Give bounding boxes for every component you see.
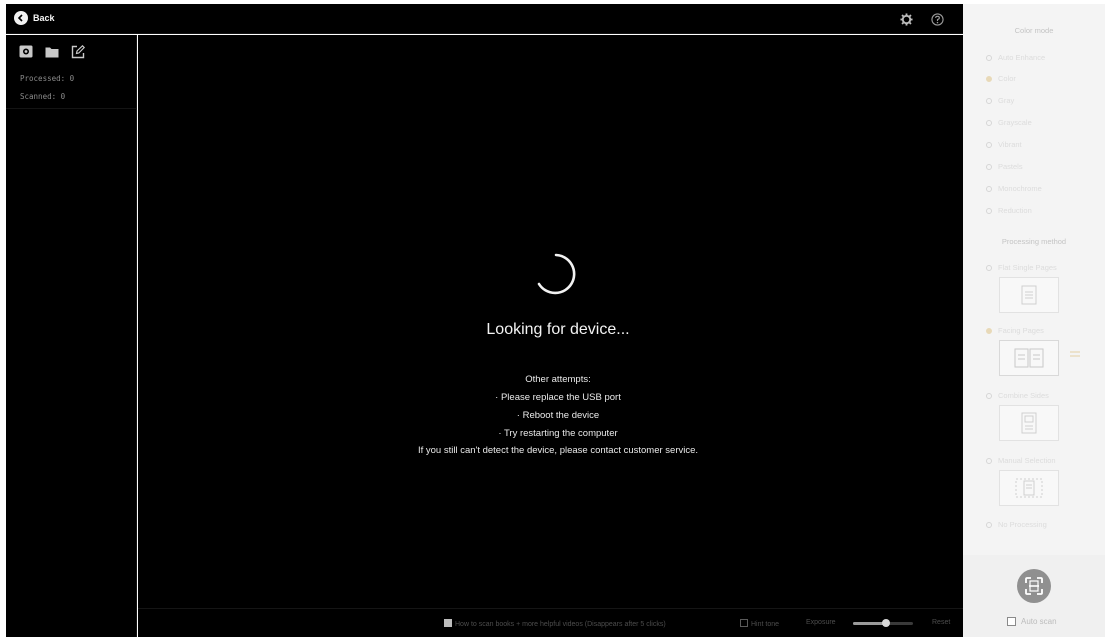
attempt-item: · Reboot the device — [516, 410, 600, 421]
main-viewport: Looking for device... Other attempts: · … — [138, 35, 963, 608]
color-mode-option[interactable]: Vibrant — [986, 140, 1022, 149]
processed-count: Processed: 0 — [20, 74, 75, 83]
facing-pages-settings-icon[interactable] — [1069, 346, 1081, 364]
color-mode-option[interactable]: Monochrome — [986, 184, 1042, 193]
color-mode-title: Color mode — [1014, 26, 1054, 35]
color-mode-option[interactable]: Pastels — [986, 162, 1023, 171]
bottom-bar: How to scan books + more helpful videos … — [138, 608, 963, 637]
option-label: Auto Enhance — [998, 53, 1046, 62]
gear-icon[interactable] — [898, 11, 914, 27]
loading-spinner-icon — [537, 253, 576, 295]
scan-icon — [1025, 577, 1043, 595]
back-label: Back — [33, 13, 55, 23]
radio-selected-icon — [986, 75, 992, 82]
color-mode-option[interactable]: Reduction — [986, 206, 1032, 215]
camera-icon[interactable] — [18, 44, 33, 59]
option-label: Color — [998, 74, 1016, 83]
option-label: Combine Sides — [998, 391, 1049, 400]
help-icon[interactable] — [929, 11, 945, 27]
back-button[interactable]: Back — [14, 11, 55, 25]
exposure-slider[interactable] — [853, 619, 913, 627]
radio-icon — [986, 207, 992, 214]
exposure-slider-knob[interactable] — [882, 619, 890, 627]
radio-icon — [986, 264, 992, 271]
color-mode-option[interactable]: Grayscale — [986, 118, 1032, 127]
option-label: No Processing — [998, 520, 1047, 529]
scanner-app: Back Processed: 0 Scanned: 0 Looking for… — [6, 4, 1105, 637]
tutorial-icon — [444, 619, 452, 627]
back-arrow-icon — [14, 11, 28, 25]
folder-icon[interactable] — [44, 44, 59, 59]
attempt-item: · Try restarting the computer — [498, 428, 618, 439]
auto-scan-toggle[interactable]: Auto scan — [1007, 617, 1057, 626]
option-label: Pastels — [998, 162, 1023, 171]
divider — [6, 108, 137, 109]
hint-tone-label: Hint tone — [751, 621, 780, 628]
processing-method-option[interactable]: Manual Selection — [986, 456, 1056, 465]
radio-icon — [986, 185, 992, 192]
color-mode-option[interactable]: Color — [986, 74, 1016, 83]
processing-method-option[interactable]: Flat Single Pages — [986, 263, 1057, 272]
right-panel: Color mode Auto Enhance Color Gray Grays… — [963, 4, 1105, 637]
color-mode-option[interactable]: Auto Enhance — [986, 53, 1045, 62]
edit-icon[interactable] — [70, 44, 85, 59]
single-page-icon[interactable] — [999, 277, 1059, 313]
top-bar: Back — [6, 4, 963, 34]
facing-pages-icon[interactable] — [999, 340, 1059, 376]
left-panel: Processed: 0 Scanned: 0 — [6, 35, 137, 637]
option-label: Vibrant — [998, 140, 1022, 149]
option-label: Gray — [998, 96, 1015, 105]
attempt-item: · Please replace the USB port — [495, 392, 621, 403]
hint-tone-toggle[interactable]: Hint tone — [740, 619, 779, 628]
processing-method-title: Processing method — [1001, 237, 1067, 246]
tutorial-link[interactable]: How to scan books + more helpful videos … — [444, 619, 666, 628]
option-label: Reduction — [998, 206, 1032, 215]
radio-icon — [986, 97, 992, 104]
radio-icon — [986, 54, 992, 61]
option-label: Flat Single Pages — [998, 263, 1057, 272]
scanned-count: Scanned: 0 — [20, 92, 66, 101]
processing-method-option[interactable]: Facing Pages — [986, 326, 1044, 335]
contact-message: If you still can't detect the device, pl… — [417, 445, 699, 456]
reset-button[interactable]: Reset — [932, 619, 950, 626]
option-label: Facing Pages — [998, 326, 1044, 335]
auto-scan-checkbox[interactable] — [1007, 617, 1016, 626]
radio-icon — [986, 163, 992, 170]
status-message: Looking for device... — [486, 321, 630, 338]
processing-method-option[interactable]: Combine Sides — [986, 391, 1049, 400]
tool-row — [18, 44, 85, 59]
radio-icon — [986, 141, 992, 148]
processing-method-option[interactable]: No Processing — [986, 520, 1047, 529]
option-label: Grayscale — [998, 118, 1032, 127]
scan-button[interactable] — [1017, 569, 1051, 603]
radio-icon — [986, 521, 992, 528]
radio-icon — [986, 119, 992, 126]
option-label: Manual Selection — [998, 456, 1056, 465]
combine-sides-icon[interactable] — [999, 405, 1059, 441]
hint-tone-checkbox[interactable] — [740, 619, 748, 627]
scan-controls: Auto scan — [963, 555, 1105, 637]
radio-icon — [986, 392, 992, 399]
option-label: Monochrome — [998, 184, 1042, 193]
radio-selected-icon — [986, 327, 992, 334]
auto-scan-label: Auto scan — [1021, 617, 1057, 626]
exposure-label: Exposure — [806, 619, 836, 626]
attempts-title: Other attempts: — [525, 374, 591, 385]
radio-icon — [986, 457, 992, 464]
tutorial-text: How to scan books + more helpful videos … — [455, 621, 666, 628]
color-mode-option[interactable]: Gray — [986, 96, 1014, 105]
manual-selection-icon[interactable] — [999, 470, 1059, 506]
